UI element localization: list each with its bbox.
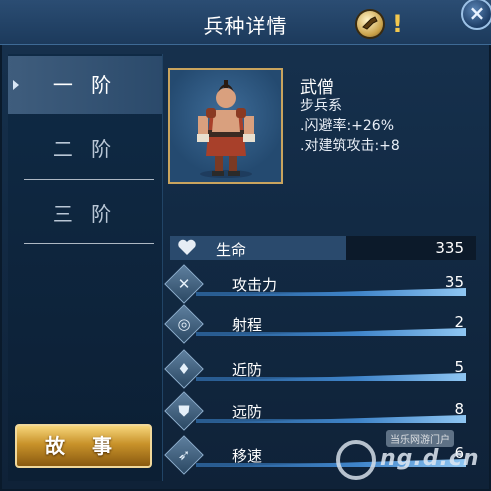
watermark-text: ng.d.cn [380, 446, 480, 471]
unit-skill: .对建筑攻击:+8 [300, 138, 400, 154]
target-icon: ◎ [177, 315, 191, 333]
watermark-logo-icon [336, 440, 376, 480]
dialog-title: 兵种详情 [203, 14, 288, 38]
watermark-badge: 当乐网游门户 [386, 430, 454, 447]
tab-label: 二 阶 [52, 137, 118, 161]
stat-value: 2 [454, 313, 464, 331]
boot-icon: ➶ [177, 446, 191, 464]
stat-label: 移速 [232, 447, 263, 465]
alert-mark: ! [392, 10, 403, 38]
armor-icon: ♦ [177, 360, 191, 378]
tab-label: 一 阶 [52, 73, 118, 97]
divider [24, 243, 154, 244]
stat-label: 生命 [216, 241, 247, 259]
heart-icon [178, 239, 196, 255]
unit-portrait [168, 68, 283, 184]
stat-row-attack: ✕ 攻击力 35 [164, 264, 476, 304]
unit-type: 步兵系 [300, 98, 342, 114]
horn-icon[interactable] [357, 11, 383, 37]
monk-portrait-image [197, 80, 255, 178]
stat-label: 远防 [232, 403, 263, 421]
stat-label: 攻击力 [232, 276, 278, 294]
site-watermark: 当乐网游门户 ng.d.cn [336, 428, 486, 484]
stat-label: 近防 [232, 361, 263, 379]
stat-value: 5 [454, 358, 464, 376]
selected-arrow-icon [13, 80, 19, 90]
stat-value: 35 [444, 273, 464, 291]
close-button[interactable]: × [461, 0, 491, 30]
unit-skill: .闪避率:+26% [300, 118, 395, 134]
stat-label: 射程 [232, 316, 263, 334]
shield-icon: ⛊ [178, 402, 190, 420]
crossed-swords-icon: ✕ [177, 275, 191, 293]
stat-row-ranged-defense: ⛊ 远防 8 [164, 391, 476, 431]
stat-value: 335 [435, 239, 464, 257]
stat-value: 8 [454, 400, 464, 418]
story-button[interactable]: 故 事 [15, 424, 152, 468]
tab-label: 三 阶 [52, 202, 118, 226]
tab-tier-1[interactable]: 一 阶 [8, 56, 162, 114]
divider [24, 179, 154, 180]
stat-row-range: ◎ 射程 2 [164, 304, 476, 344]
unit-details-dialog: 兵种详情 ! × 一 阶 二 阶 三 阶 故 事 武僧 步兵系 .闪避率:+26… [0, 0, 491, 491]
tab-tier-2[interactable]: 二 阶 [8, 120, 162, 178]
stat-row-melee-defense: ♦ 近防 5 [164, 349, 476, 389]
title-bar: 兵种详情 ! [0, 0, 491, 45]
stat-row-hp: 生命 335 [170, 236, 476, 260]
tab-tier-3[interactable]: 三 阶 [8, 185, 162, 243]
tier-sidebar: 一 阶 二 阶 三 阶 [8, 54, 163, 481]
